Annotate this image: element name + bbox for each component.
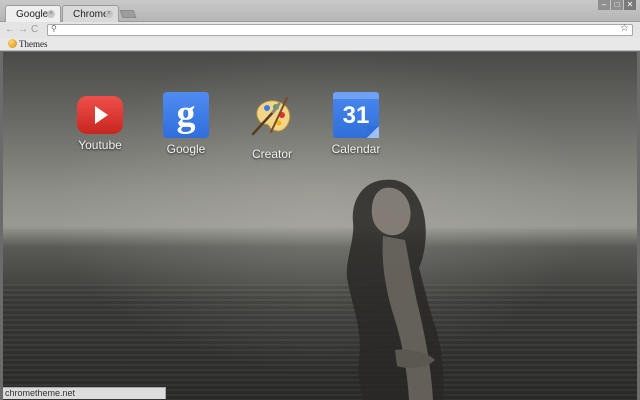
tab-chrome[interactable]: Chrome × (62, 5, 119, 22)
app-label: Google (166, 142, 206, 156)
new-tab-button[interactable] (119, 10, 137, 18)
minimize-button[interactable]: – (598, 0, 610, 10)
tab-google[interactable]: Google × (5, 5, 61, 22)
app-youtube[interactable]: Youtube (62, 92, 138, 152)
omnibox[interactable]: ⚲ ☆ (47, 23, 633, 36)
tab-close-icon[interactable]: × (105, 10, 113, 18)
app-google[interactable]: g Google (148, 92, 224, 156)
bookmark-label: Themes (19, 39, 48, 49)
youtube-icon (77, 96, 123, 134)
app-label: Calendar (331, 142, 381, 156)
app-calendar[interactable]: 31 Calendar (318, 92, 394, 156)
forward-button[interactable]: → (18, 24, 28, 36)
background-sea (3, 284, 637, 400)
status-bar: chrometheme.net (3, 387, 166, 399)
bookmarks-bar: Themes (0, 38, 640, 51)
close-window-button[interactable]: ✕ (624, 0, 636, 10)
app-creator[interactable]: Creator (234, 92, 310, 161)
new-tab-page: Youtube g Google Creator 31 Calendar (3, 52, 637, 400)
google-icon: g (163, 92, 209, 138)
tab-close-icon[interactable]: × (47, 10, 55, 18)
address-input[interactable] (62, 25, 612, 35)
reload-button[interactable]: C (31, 24, 38, 36)
search-icon: ⚲ (51, 24, 57, 33)
toolbar: ← → C ⚲ ☆ (0, 22, 640, 38)
palette-icon (251, 97, 291, 136)
maximize-button[interactable]: □ (611, 0, 623, 10)
bookmark-star-icon[interactable]: ☆ (620, 23, 629, 34)
tab-strip: Google × Chrome × – □ ✕ (0, 0, 640, 22)
back-button[interactable]: ← (5, 24, 15, 36)
bookmark-themes[interactable]: Themes (8, 39, 48, 50)
app-label: Youtube (78, 138, 122, 152)
app-label: Creator (251, 147, 292, 161)
tab-label: Chrome (73, 9, 109, 20)
themes-icon (8, 39, 17, 48)
background-figure (346, 179, 444, 400)
calendar-icon: 31 (333, 92, 379, 138)
tab-label: Google (16, 9, 49, 20)
window-controls: – □ ✕ (597, 0, 636, 10)
